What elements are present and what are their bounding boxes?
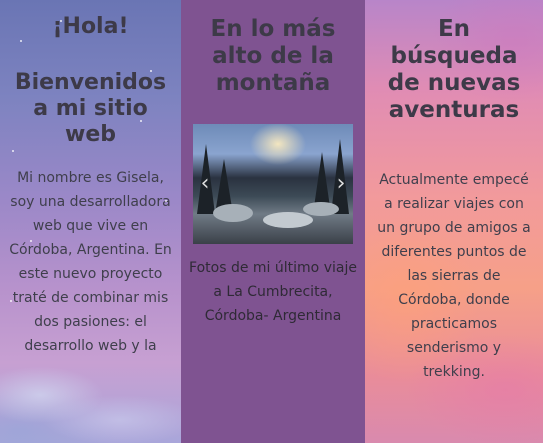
page: ¡Hola! Bienvenidos a mi sitio web Mi nom… bbox=[0, 0, 543, 443]
greeting-heading: ¡Hola! bbox=[52, 14, 129, 39]
photo-carousel[interactable]: ‹ › bbox=[193, 124, 353, 244]
adventures-column: En búsqueda de nuevas aventuras Actualme… bbox=[365, 0, 543, 443]
about-text: Mi nombre es Gisela, soy una desarrollad… bbox=[9, 170, 172, 354]
welcome-column: ¡Hola! Bienvenidos a mi sitio web Mi nom… bbox=[0, 0, 181, 443]
adventures-heading: En búsqueda de nuevas aventuras bbox=[387, 16, 521, 123]
mountain-heading: En lo más alto de la montaña bbox=[210, 16, 336, 96]
mountain-column: En lo más alto de la montaña ‹ › Fotos d… bbox=[181, 0, 365, 443]
photo-caption: Fotos de mi último viaje a La Cumbrecita… bbox=[189, 260, 357, 324]
carousel-prev-icon[interactable]: ‹ bbox=[197, 172, 213, 196]
welcome-heading: Bienvenidos a mi sitio web bbox=[14, 70, 167, 147]
adventures-text: Actualmente empecé a realizar viajes con… bbox=[377, 172, 531, 380]
carousel-next-icon[interactable]: › bbox=[333, 172, 349, 196]
